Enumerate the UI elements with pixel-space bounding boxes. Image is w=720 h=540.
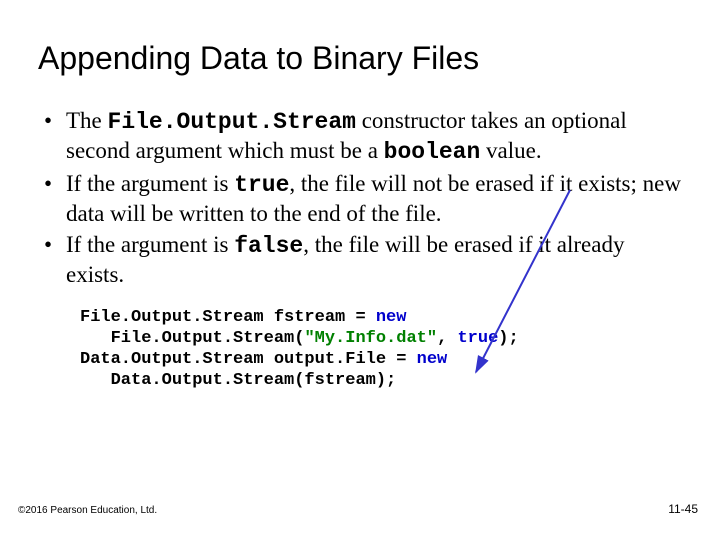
slide: Appending Data to Binary Files The File.… <box>0 0 720 540</box>
code-text: Data.Output.Stream output.File = <box>80 350 417 369</box>
code-block: File.Output.Stream fstream = new File.Ou… <box>80 307 682 392</box>
code-string: "My.Info.dat" <box>304 329 437 348</box>
code-keyword: new <box>417 350 448 369</box>
code-text: ); <box>498 329 518 348</box>
text: value. <box>480 138 541 163</box>
code-inline: boolean <box>384 139 481 165</box>
page-title: Appending Data to Binary Files <box>38 40 682 77</box>
code-text: Data.Output.Stream(fstream); <box>80 371 396 390</box>
code-text: File.Output.Stream fstream = <box>80 308 376 327</box>
code-inline: false <box>234 233 303 259</box>
code-keyword: new <box>376 308 407 327</box>
code-inline: true <box>234 172 289 198</box>
code-text: File.Output.Stream( <box>80 329 304 348</box>
code-text: , <box>437 329 457 348</box>
list-item: If the argument is false, the file will … <box>38 231 682 288</box>
page-number: 11-45 <box>668 502 698 516</box>
copyright: ©2016 Pearson Education, Ltd. <box>18 505 157 516</box>
code-keyword: true <box>457 329 498 348</box>
code-inline: File.Output.Stream <box>108 109 356 135</box>
text: If the argument is <box>66 232 234 257</box>
text: If the argument is <box>66 171 234 196</box>
list-item: If the argument is true, the file will n… <box>38 170 682 227</box>
text: The <box>66 108 108 133</box>
bullet-list: The File.Output.Stream constructor takes… <box>38 107 682 289</box>
list-item: The File.Output.Stream constructor takes… <box>38 107 682 166</box>
